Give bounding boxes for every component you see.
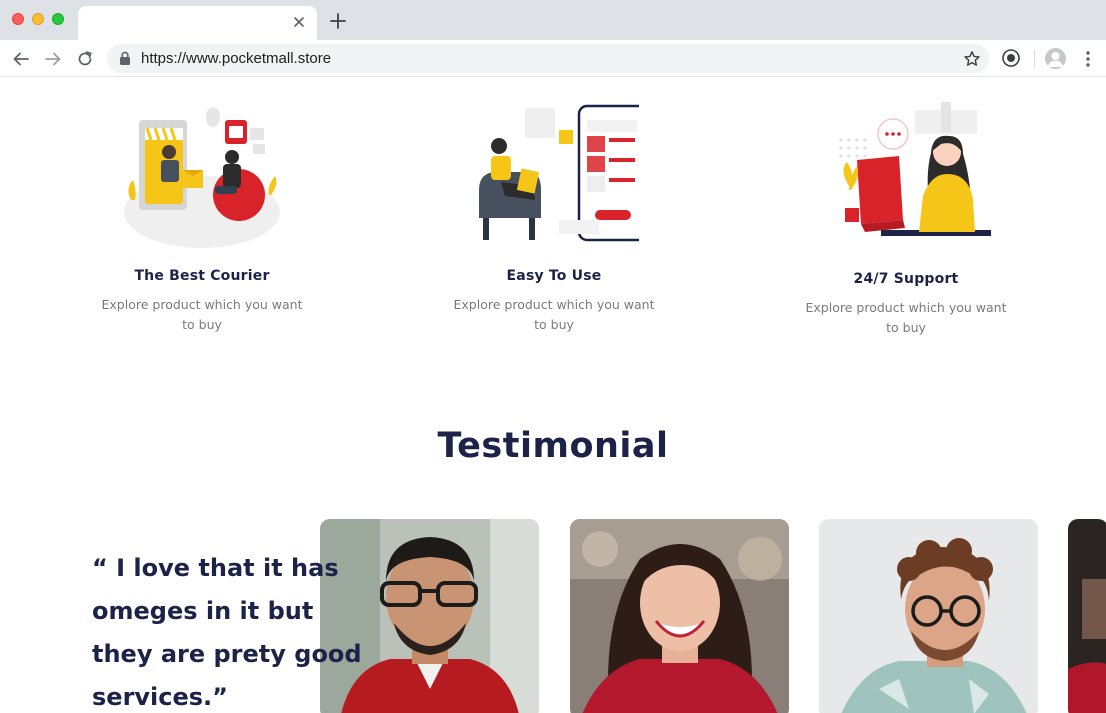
testimonial-photo-4[interactable]: [1068, 519, 1106, 713]
feature-easy-to-use: Easy To Use Explore product which you wa…: [434, 100, 674, 335]
smiling-woman-photo: [570, 519, 789, 713]
curly-haired-man-photo: [819, 519, 1038, 713]
testimonial-photo-3[interactable]: [819, 519, 1038, 713]
browser-tab-bar: [0, 0, 1106, 40]
more-menu-icon[interactable]: [1080, 49, 1096, 69]
feature-courier: The Best Courier Explore product which y…: [82, 100, 322, 335]
back-arrow-icon[interactable]: [11, 49, 31, 69]
window-minimize-button[interactable]: [32, 13, 44, 25]
toolbar-separator: [1034, 50, 1035, 68]
close-icon[interactable]: [291, 14, 307, 30]
lock-icon: [120, 51, 130, 65]
feature-description: Explore product which you want to buy: [805, 300, 1007, 335]
window-maximize-button[interactable]: [52, 13, 64, 25]
extension-icon[interactable]: [1001, 48, 1021, 68]
window-close-button[interactable]: [12, 13, 24, 25]
feature-description: Explore product which you want to buy: [453, 297, 655, 332]
reload-icon[interactable]: [75, 49, 95, 69]
feature-title: 24/7 Support: [853, 271, 959, 287]
address-bar[interactable]: https://www.pocketmall.store: [107, 44, 989, 73]
new-tab-icon[interactable]: [329, 12, 347, 30]
feature-support: 24/7 Support Explore product which you w…: [786, 100, 1026, 338]
forward-arrow-icon[interactable]: [43, 49, 63, 69]
testimonial-quote: “ I love that it has omeges in it but th…: [92, 554, 362, 711]
feature-title: Easy To Use: [506, 268, 602, 284]
courier-delivery-illustration: [124, 107, 280, 248]
url-text: https://www.pocketmall.store: [141, 50, 332, 67]
customer-support-illustration: [839, 102, 991, 236]
browser-toolbar: https://www.pocketmall.store: [0, 40, 1106, 77]
testimonial-photo-2[interactable]: [570, 519, 789, 713]
person-icon: [1048, 52, 1063, 67]
feature-description: Explore product which you want to buy: [101, 297, 303, 332]
mobile-shopping-illustration: [479, 104, 651, 242]
browser-tab[interactable]: [78, 6, 317, 40]
bookmark-star-icon[interactable]: [963, 50, 981, 68]
feature-title: The Best Courier: [134, 268, 270, 284]
profile-avatar[interactable]: [1045, 48, 1066, 69]
section-title: Testimonial: [437, 426, 669, 466]
partial-photo: [1068, 519, 1106, 713]
